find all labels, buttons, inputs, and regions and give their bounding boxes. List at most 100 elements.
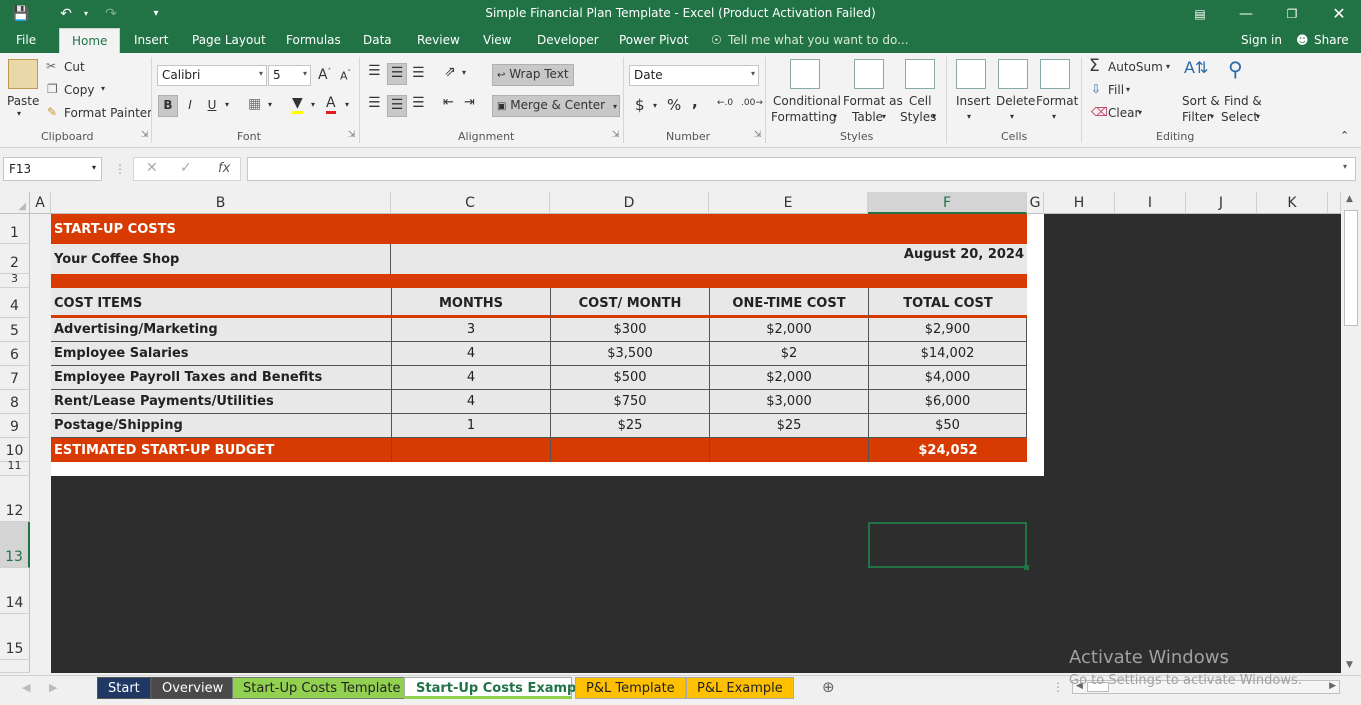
- column-header-g[interactable]: G: [1027, 192, 1044, 214]
- column-header-d[interactable]: D: [550, 192, 709, 214]
- column-header-e[interactable]: E: [709, 192, 868, 214]
- insert-cells-button[interactable]: Insert: [956, 94, 990, 108]
- row-header-9[interactable]: 9: [0, 414, 30, 438]
- find-select-dropdown-icon[interactable]: ▾: [1256, 112, 1260, 121]
- tell-me-box[interactable]: Tell me what you want to do...: [728, 33, 909, 47]
- sheet-tab-start[interactable]: Start: [97, 677, 151, 699]
- format-cells-icon[interactable]: [1040, 59, 1070, 89]
- paste-button[interactable]: Paste: [7, 94, 39, 108]
- header-total-cost[interactable]: TOTAL COST: [868, 288, 1027, 318]
- find-select-icon[interactable]: ⚲: [1228, 57, 1243, 81]
- column-header-a[interactable]: A: [30, 192, 51, 214]
- close-icon[interactable]: ✕: [1328, 3, 1350, 25]
- item-one-time[interactable]: $3,000: [709, 390, 868, 414]
- add-sheet-icon[interactable]: ⊕: [822, 678, 835, 696]
- item-name[interactable]: Employee Payroll Taxes and Benefits: [51, 366, 391, 390]
- format-as-table-button[interactable]: Format as: [843, 94, 903, 108]
- format-as-table-label2[interactable]: Table: [852, 110, 883, 124]
- increase-font-icon[interactable]: A˄: [318, 67, 331, 83]
- item-one-time[interactable]: $2,000: [709, 366, 868, 390]
- cut-button[interactable]: Cut: [64, 60, 85, 74]
- tab-file[interactable]: File: [16, 33, 36, 47]
- column-header-b[interactable]: B: [51, 192, 391, 214]
- item-months[interactable]: 4: [391, 390, 550, 414]
- item-total[interactable]: $50: [868, 414, 1027, 438]
- sign-in-link[interactable]: Sign in: [1241, 33, 1282, 47]
- vertical-scroll-thumb[interactable]: [1344, 210, 1358, 326]
- tab-scroll-right-icon[interactable]: ▶: [49, 681, 57, 694]
- fill-button[interactable]: Fill: [1108, 83, 1124, 97]
- paste-dropdown-icon[interactable]: ▾: [17, 109, 21, 118]
- formula-input[interactable]: [247, 157, 1356, 181]
- column-header-f[interactable]: F: [868, 192, 1027, 214]
- item-months[interactable]: 1: [391, 414, 550, 438]
- item-total[interactable]: $4,000: [868, 366, 1027, 390]
- cancel-entry-icon[interactable]: ✕: [146, 160, 158, 176]
- row-header-2[interactable]: 2: [0, 244, 30, 274]
- tab-review[interactable]: Review: [417, 33, 460, 47]
- merge-center-button[interactable]: ▣ Merge & Center ▾: [492, 95, 620, 117]
- row-header-4[interactable]: 4: [0, 288, 30, 318]
- font-launcher-icon[interactable]: ⇲: [348, 130, 356, 140]
- item-total[interactable]: $14,002: [868, 342, 1027, 366]
- find-select-button[interactable]: Find &: [1224, 94, 1262, 108]
- orientation-icon[interactable]: ⇗: [444, 64, 456, 80]
- number-launcher-icon[interactable]: ⇲: [754, 130, 762, 140]
- fill-handle[interactable]: [1024, 565, 1029, 570]
- format-cells-button[interactable]: Format: [1036, 94, 1078, 108]
- header-cost-month[interactable]: COST/ MONTH: [550, 288, 709, 318]
- insert-cells-icon[interactable]: [956, 59, 986, 89]
- column-header-j[interactable]: J: [1186, 192, 1257, 214]
- row-header-8[interactable]: 8: [0, 390, 30, 414]
- format-as-table-icon[interactable]: [854, 59, 884, 89]
- copy-button[interactable]: Copy: [64, 83, 94, 97]
- copy-dropdown-icon[interactable]: ▾: [101, 84, 105, 93]
- plan-date[interactable]: August 20, 2024: [391, 244, 1027, 274]
- merge-dropdown-icon[interactable]: ▾: [613, 102, 617, 111]
- sheet-tab-pl-template[interactable]: P&L Template: [575, 677, 686, 699]
- cell-styles-dropdown-icon[interactable]: ▾: [932, 112, 936, 121]
- delete-cells-icon[interactable]: [998, 59, 1028, 89]
- autosum-button[interactable]: AutoSum: [1108, 60, 1163, 74]
- company-name[interactable]: Your Coffee Shop: [51, 244, 391, 274]
- column-header-c[interactable]: C: [391, 192, 550, 214]
- item-months[interactable]: 3: [391, 318, 550, 342]
- fill-dropdown-icon[interactable]: ▾: [1126, 85, 1130, 94]
- item-total[interactable]: $6,000: [868, 390, 1027, 414]
- column-header-h[interactable]: H: [1044, 192, 1115, 214]
- header-one-time-cost[interactable]: ONE-TIME COST: [709, 288, 868, 318]
- table-title[interactable]: START-UP COSTS: [51, 214, 1027, 244]
- minimize-icon[interactable]: —: [1235, 3, 1257, 25]
- number-format-combo[interactable]: Date ▾: [629, 65, 759, 86]
- share-button[interactable]: Share: [1314, 33, 1349, 47]
- conditional-dropdown-icon[interactable]: ▾: [833, 112, 837, 121]
- tab-data[interactable]: Data: [363, 33, 392, 47]
- item-one-time[interactable]: $2,000: [709, 318, 868, 342]
- cell-styles-button[interactable]: Cell: [909, 94, 931, 108]
- sort-filter-label2[interactable]: Filter: [1182, 110, 1212, 124]
- restore-icon[interactable]: ❐: [1281, 3, 1303, 25]
- decrease-decimal-icon[interactable]: .00→: [741, 98, 763, 108]
- sort-filter-dropdown-icon[interactable]: ▾: [1210, 112, 1214, 121]
- row-header-3[interactable]: 3: [0, 273, 30, 288]
- name-box[interactable]: F13 ▾: [3, 157, 102, 181]
- font-name-combo[interactable]: Calibri ▾: [157, 65, 267, 86]
- format-as-table-dropdown-icon[interactable]: ▾: [882, 112, 886, 121]
- item-name[interactable]: Rent/Lease Payments/Utilities: [51, 390, 391, 414]
- bold-button[interactable]: B: [158, 95, 178, 117]
- item-months[interactable]: 4: [391, 366, 550, 390]
- item-name[interactable]: Employee Salaries: [51, 342, 391, 366]
- fill-color-icon[interactable]: ▼: [292, 95, 303, 114]
- clear-dropdown-icon[interactable]: ▾: [1138, 108, 1142, 117]
- cell-styles-icon[interactable]: [905, 59, 935, 89]
- item-name[interactable]: Advertising/Marketing: [51, 318, 391, 342]
- sheet-tab-startup-template[interactable]: Start-Up Costs Template: [232, 677, 412, 699]
- tab-developer[interactable]: Developer: [537, 33, 599, 47]
- item-one-time[interactable]: $2: [709, 342, 868, 366]
- increase-decimal-icon[interactable]: ←.0: [717, 98, 733, 108]
- tab-split-handle-icon[interactable]: ⋮: [1052, 680, 1064, 694]
- conditional-formatting-icon[interactable]: [790, 59, 820, 89]
- find-select-label2[interactable]: Select: [1221, 110, 1258, 124]
- conditional-formatting-label2[interactable]: Formatting: [771, 110, 837, 124]
- item-cost-month[interactable]: $500: [550, 366, 709, 390]
